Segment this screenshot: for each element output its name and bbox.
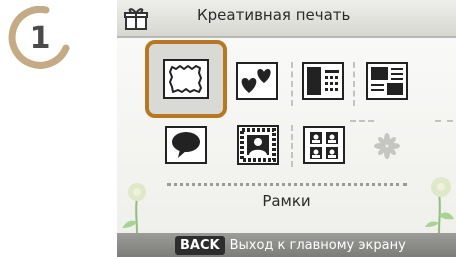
grid-separator — [350, 120, 374, 122]
printer-screen: Креативная печать Рамки BACK Выход к гла… — [117, 0, 456, 257]
photo-calendar-icon — [302, 62, 344, 100]
menu-item-sparkle[interactable] — [365, 124, 409, 168]
id-photo-icon — [303, 126, 345, 164]
gift-icon — [124, 8, 148, 30]
speech-bubble-icon — [165, 126, 207, 164]
hearts-icon — [236, 62, 278, 100]
back-button[interactable]: BACK — [175, 235, 225, 255]
stamp-frame-icon — [163, 59, 209, 99]
sparkle-icon — [374, 133, 400, 159]
menu-item-calendar[interactable] — [297, 53, 349, 109]
selected-item-label: Рамки — [262, 192, 311, 210]
back-hint: Выход к главному экрану — [229, 237, 406, 253]
menu-item-speech[interactable] — [161, 120, 211, 170]
menu-item-frames[interactable] — [145, 40, 227, 118]
photo-layout-icon — [366, 62, 408, 100]
step-number: 1 — [29, 20, 51, 56]
menu-item-layout[interactable] — [361, 53, 413, 109]
grid-separator — [353, 62, 355, 106]
title-bar: Креативная печать — [117, 0, 456, 38]
footer-bar: BACK Выход к главному экрану — [117, 233, 456, 257]
grid-separator — [291, 125, 293, 167]
menu-item-id-photo[interactable] — [299, 120, 349, 170]
step-badge: 1 — [8, 5, 72, 70]
menu-item-portrait[interactable] — [232, 118, 284, 172]
page-title: Креативная печать — [197, 6, 351, 24]
grid-separator — [291, 62, 293, 106]
menu-item-hearts[interactable] — [232, 53, 282, 109]
portrait-frame-icon — [237, 125, 279, 165]
label-divider — [167, 183, 407, 186]
grid-separator — [435, 120, 453, 122]
